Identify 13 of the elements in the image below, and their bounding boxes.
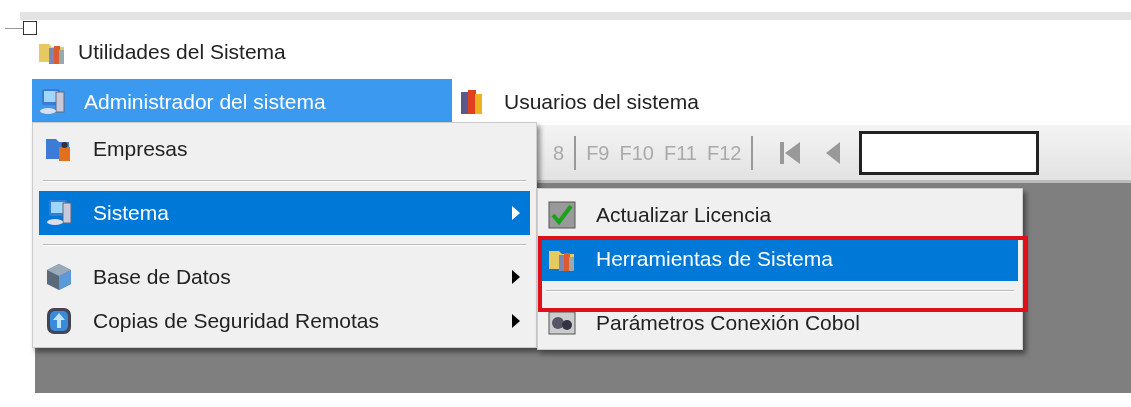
menu-item[interactable]: Copias de Seguridad Remotas (39, 299, 530, 343)
menu-item[interactable]: Empresas (39, 127, 530, 171)
menu-bar-item[interactable]: Usuarios del sistema (452, 79, 707, 125)
menu-item[interactable]: Base de Datos (39, 255, 530, 299)
submenu-item[interactable]: Herramientas de Sistema (542, 237, 1018, 281)
tree-expander-box[interactable] (23, 21, 37, 35)
menu-item[interactable]: Sistema (39, 191, 530, 235)
checkmark-icon (546, 199, 578, 231)
submenu-item[interactable]: Parámetros Conexión Cobol (542, 301, 1018, 345)
menu-bar-item[interactable]: Administrador del sistema (32, 79, 452, 125)
app-title: Utilidades del Sistema (78, 39, 286, 66)
record-field[interactable] (859, 130, 1040, 175)
submenu-item[interactable]: Actualizar Licencia (542, 193, 1018, 237)
